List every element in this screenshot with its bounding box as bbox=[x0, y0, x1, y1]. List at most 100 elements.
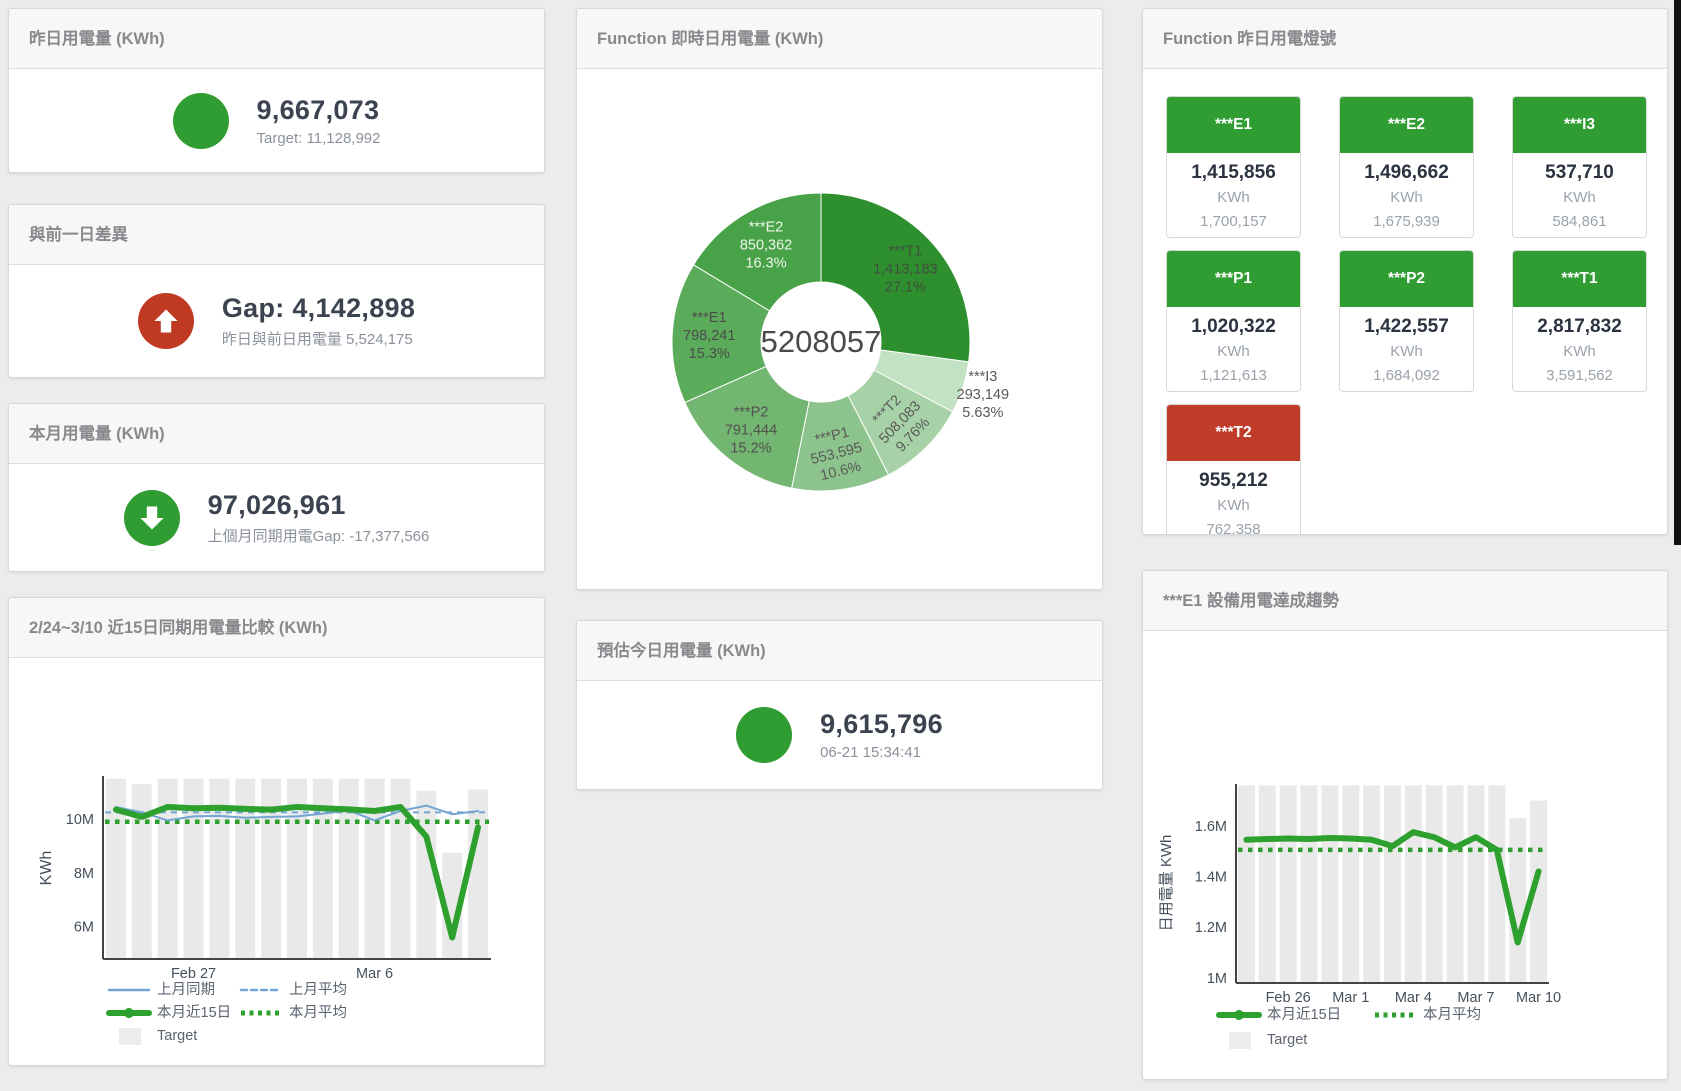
card-title: 本月用電量 (KWh) bbox=[29, 404, 524, 464]
device-tiles-grid: ***E1 1,415,856 KWh 1,700,157 ***E2 1,49… bbox=[1143, 69, 1667, 535]
yesterday-usage-value: 9,667,073 bbox=[257, 95, 381, 126]
device-tile-t2: ***T2 955,212 KWh 762,358 bbox=[1166, 404, 1301, 535]
green-status-circle-icon bbox=[173, 93, 229, 149]
svg-text:5208057: 5208057 bbox=[761, 324, 882, 359]
device-tile-e1: ***E1 1,415,856 KWh 1,700,157 bbox=[1166, 96, 1301, 238]
device-target: 584,861 bbox=[1513, 210, 1646, 234]
device-label: ***T2 bbox=[1167, 405, 1300, 461]
device-unit: KWh bbox=[1340, 186, 1473, 210]
svg-text:6M: 6M bbox=[74, 920, 94, 936]
device-label: ***T1 bbox=[1513, 251, 1646, 307]
device-value: 1,020,322 bbox=[1167, 314, 1300, 340]
arrow-up-icon bbox=[138, 293, 194, 349]
month-usage-gap: 上個月同期用電Gap: -17,377,566 bbox=[208, 525, 430, 546]
device-label: ***E1 bbox=[1167, 97, 1300, 153]
comparison-chart[interactable]: 6M8M10MFeb 27Mar 6KWh上月同期上月平均本月近15日本月平均T… bbox=[9, 658, 545, 1066]
device-tile-i3: ***I3 537,710 KWh 584,861 bbox=[1512, 96, 1647, 238]
svg-text:10M: 10M bbox=[66, 812, 94, 828]
device-tile-e2: ***E2 1,496,662 KWh 1,675,939 bbox=[1339, 96, 1474, 238]
device-target: 1,700,157 bbox=[1167, 210, 1300, 234]
svg-text:Target: Target bbox=[1267, 1032, 1307, 1048]
green-status-circle-icon bbox=[736, 707, 792, 763]
device-label: ***P2 bbox=[1340, 251, 1473, 307]
svg-text:日用電量 KWh: 日用電量 KWh bbox=[1158, 835, 1175, 932]
stat-body: 9,667,073 Target: 11,128,992 bbox=[9, 69, 544, 172]
month-usage-card: 本月用電量 (KWh) 97,026,961 上個月同期用電Gap: -17,3… bbox=[8, 403, 545, 572]
arrow-down-icon bbox=[124, 490, 180, 546]
device-tile-p1: ***P1 1,020,322 KWh 1,121,613 bbox=[1166, 250, 1301, 392]
svg-text:本月平均: 本月平均 bbox=[289, 1004, 347, 1021]
stat-body: 9,615,796 06-21 15:34:41 bbox=[577, 681, 1102, 789]
svg-text:Target: Target bbox=[157, 1028, 197, 1044]
device-unit: KWh bbox=[1167, 340, 1300, 364]
stat-body: 97,026,961 上個月同期用電Gap: -17,377,566 bbox=[9, 464, 544, 571]
estimate-value: 9,615,796 bbox=[820, 709, 943, 740]
estimate-card: 預估今日用電量 (KWh) 9,615,796 06-21 15:34:41 bbox=[576, 620, 1103, 790]
card-title: Function 即時日用電量 (KWh) bbox=[597, 9, 1082, 69]
card-title: 2/24~3/10 近15日同期用電量比較 (KWh) bbox=[29, 598, 524, 658]
page-scrollbar bbox=[1674, 0, 1681, 1091]
svg-text:本月平均: 本月平均 bbox=[1423, 1006, 1481, 1023]
card-header: 預估今日用電量 (KWh) bbox=[577, 621, 1102, 681]
device-target: 1,675,939 bbox=[1340, 210, 1473, 234]
svg-text:上月平均: 上月平均 bbox=[289, 981, 347, 998]
svg-text:上月同期: 上月同期 bbox=[157, 981, 215, 998]
device-unit: KWh bbox=[1340, 340, 1473, 364]
svg-text:Feb 27: Feb 27 bbox=[171, 966, 216, 982]
device-label: ***E2 bbox=[1340, 97, 1473, 153]
comparison-chart-card: 2/24~3/10 近15日同期用電量比較 (KWh) 6M 8M 10M Feb 2… bbox=[8, 597, 545, 1066]
gap-subtext: 昨日與前日用電量 5,524,175 bbox=[222, 328, 415, 349]
device-value: 1,422,557 bbox=[1340, 314, 1473, 340]
device-target: 3,591,562 bbox=[1513, 364, 1646, 388]
svg-text:Mar 1: Mar 1 bbox=[1332, 990, 1369, 1006]
svg-text:本月近15日: 本月近15日 bbox=[1267, 1006, 1341, 1023]
svg-text:1.6M: 1.6M bbox=[1195, 819, 1227, 835]
card-title: 昨日用電量 (KWh) bbox=[29, 9, 524, 69]
card-title: Function 昨日用電燈號 bbox=[1163, 9, 1647, 69]
device-unit: KWh bbox=[1513, 340, 1646, 364]
device-unit: KWh bbox=[1167, 186, 1300, 210]
month-usage-value: 97,026,961 bbox=[208, 490, 430, 521]
card-title: 預估今日用電量 (KWh) bbox=[597, 621, 1082, 681]
scrollbar-thumb[interactable] bbox=[1674, 0, 1681, 545]
device-target: 1,684,092 bbox=[1340, 364, 1473, 388]
device-value: 955,212 bbox=[1167, 468, 1300, 494]
svg-text:本月近15日: 本月近15日 bbox=[157, 1004, 231, 1021]
device-label: ***I3 bbox=[1513, 97, 1646, 153]
stat-body: Gap: 4,142,898 昨日與前日用電量 5,524,175 bbox=[9, 265, 544, 377]
device-tile-t1: ***T1 2,817,832 KWh 3,591,562 bbox=[1512, 250, 1647, 392]
card-header: 本月用電量 (KWh) bbox=[9, 404, 544, 464]
device-value: 1,415,856 bbox=[1167, 160, 1300, 186]
device-value: 537,710 bbox=[1513, 160, 1646, 186]
svg-text:1.2M: 1.2M bbox=[1195, 920, 1227, 936]
status-lights-card: Function 昨日用電燈號 ***E1 1,415,856 KWh 1,70… bbox=[1142, 8, 1668, 535]
device-unit: KWh bbox=[1167, 494, 1300, 518]
device-target: 1,121,613 bbox=[1167, 364, 1300, 388]
card-title: ***E1 設備用電達成趨勢 bbox=[1163, 571, 1647, 631]
device-label: ***P1 bbox=[1167, 251, 1300, 307]
card-header: Function 昨日用電燈號 bbox=[1143, 9, 1667, 69]
card-title: 與前一日差異 bbox=[29, 205, 524, 265]
trend-chart-card: ***E1 設備用電達成趨勢 1M1.2M1.4M1.6MFeb 26Mar 1… bbox=[1142, 570, 1668, 1080]
card-header: 與前一日差異 bbox=[9, 205, 544, 265]
svg-text:8M: 8M bbox=[74, 866, 94, 882]
svg-text:Mar 10: Mar 10 bbox=[1516, 990, 1561, 1006]
estimate-timestamp: 06-21 15:34:41 bbox=[820, 744, 943, 761]
trend-chart[interactable]: 1M1.2M1.4M1.6MFeb 26Mar 1Mar 4Mar 7Mar 1… bbox=[1143, 631, 1668, 1080]
gap-card: 與前一日差異 Gap: 4,142,898 昨日與前日用電量 5,524,175 bbox=[8, 204, 545, 378]
card-header: 2/24~3/10 近15日同期用電量比較 (KWh) bbox=[9, 598, 544, 658]
energy-dashboard: 昨日用電量 (KWh) 9,667,073 Target: 11,128,992… bbox=[0, 0, 1681, 1091]
device-target: 762,358 bbox=[1167, 518, 1300, 535]
card-header: Function 即時日用電量 (KWh) bbox=[577, 9, 1102, 69]
realtime-donut-chart[interactable]: ***T11,413,18327.1%***I3293,1495.63%***T… bbox=[577, 69, 1103, 590]
svg-text:1.4M: 1.4M bbox=[1195, 870, 1227, 886]
svg-text:Mar 4: Mar 4 bbox=[1395, 990, 1432, 1006]
yesterday-usage-card: 昨日用電量 (KWh) 9,667,073 Target: 11,128,992 bbox=[8, 8, 545, 173]
device-value: 2,817,832 bbox=[1513, 314, 1646, 340]
gap-value: Gap: 4,142,898 bbox=[222, 293, 415, 324]
svg-text:Mar 7: Mar 7 bbox=[1457, 990, 1494, 1006]
svg-text:1M: 1M bbox=[1207, 971, 1227, 987]
device-value: 1,496,662 bbox=[1340, 160, 1473, 186]
yesterday-usage-target: Target: 11,128,992 bbox=[257, 130, 381, 147]
device-unit: KWh bbox=[1513, 186, 1646, 210]
